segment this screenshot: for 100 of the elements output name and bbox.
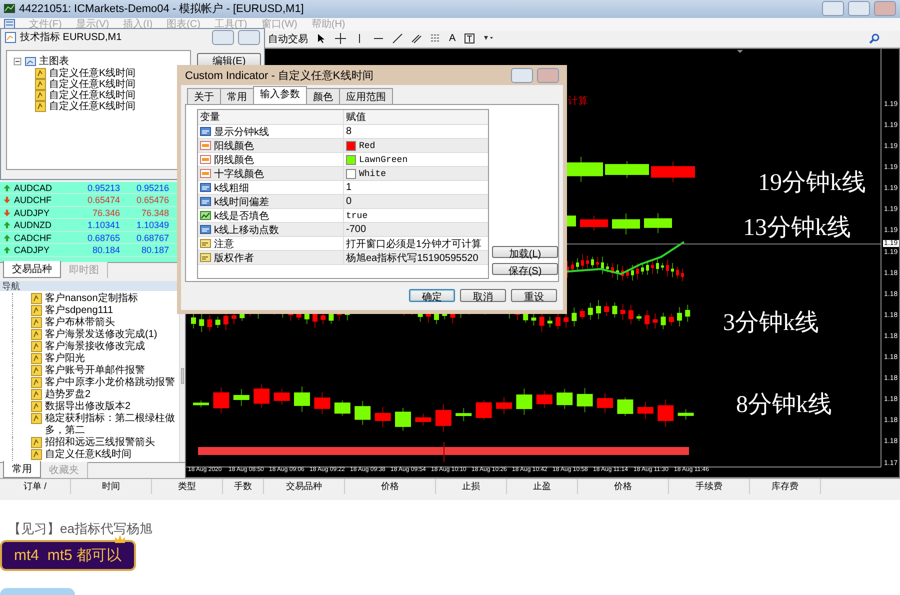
help-button[interactable] (212, 30, 234, 44)
indicator-icon (31, 316, 42, 328)
search-icon (869, 33, 880, 44)
symbol-cell[interactable]: AUDNZD (11, 220, 74, 230)
number-icon (200, 224, 211, 235)
tab[interactable]: 输入参数 (253, 86, 307, 105)
tree-item[interactable]: 自定义任意K线时间 (49, 101, 136, 112)
close-button[interactable] (238, 30, 260, 44)
maximize-button[interactable] (848, 1, 870, 16)
column-header[interactable]: 类型 (152, 479, 223, 494)
candlestick (415, 413, 432, 426)
candlestick (658, 398, 674, 428)
shift-marker-icon (737, 50, 743, 53)
candlestick (213, 386, 230, 414)
candlestick (678, 408, 694, 420)
number-icon (200, 196, 211, 207)
column-header[interactable]: 订单 / (0, 479, 71, 494)
parameter-name[interactable]: 显示分钟k线 (198, 125, 344, 138)
chart-label: 19分钟k线 (758, 168, 866, 198)
column-header[interactable]: 交易品种 (264, 479, 345, 494)
text-tool-button[interactable]: A (449, 33, 456, 44)
close-button[interactable] (874, 1, 896, 16)
parameter-name[interactable]: 十字线颜色 (198, 167, 344, 180)
indicator-window-icon (5, 32, 16, 42)
indicator-icon (31, 292, 42, 304)
column-header[interactable]: 价格 (578, 479, 669, 494)
ask-cell-text: 0.68767 (135, 232, 170, 243)
column-header[interactable]: 价格 (345, 479, 436, 494)
parameter-name[interactable]: 注意 (198, 237, 344, 250)
close-button[interactable] (537, 68, 559, 82)
column-header[interactable]: 时间 (71, 479, 152, 494)
candlestick (274, 388, 290, 405)
indicator-icon (31, 436, 42, 448)
parameter-value[interactable]: Red (344, 140, 488, 150)
indicator-icon (31, 412, 42, 424)
indicator-icon (35, 90, 46, 101)
candlestick (395, 407, 411, 432)
parameter-value[interactable]: White (344, 168, 488, 178)
autotrade-button[interactable]: 自动交易 (268, 32, 308, 46)
tab[interactable]: 交易品种 (3, 260, 61, 278)
candlestick (456, 407, 472, 422)
tree-item[interactable]: 主图表 (39, 54, 69, 68)
symbol-cell[interactable]: AUDCHF (11, 195, 74, 206)
candlestick (354, 400, 371, 426)
tab[interactable]: 常用 (3, 461, 41, 478)
parameter-value[interactable]: 1 (344, 182, 488, 193)
tab[interactable]: 颜色 (306, 88, 340, 105)
dialog-button[interactable]: 取消 (460, 289, 506, 302)
parameter-value[interactable]: 打开窗口必须是1分钟才可计算 (344, 236, 488, 250)
parameter-value[interactable]: true (344, 210, 488, 220)
column-header[interactable]: 止损 (436, 479, 507, 494)
column-header: 变量 (198, 110, 344, 124)
chart-window-icon (25, 56, 36, 66)
column-header[interactable]: 库存费 (750, 479, 821, 494)
parameter-name[interactable]: 版权作者 (198, 251, 344, 264)
minimize-button[interactable] (822, 1, 844, 16)
tab[interactable]: 应用范围 (339, 88, 393, 105)
dialog-button[interactable]: 重设 (511, 289, 557, 302)
parameter-value[interactable]: -700 (344, 224, 488, 235)
parameter-value[interactable]: 杨旭ea指标代写15190595520 (344, 250, 488, 264)
candlestick (576, 387, 593, 413)
candlestick (193, 400, 209, 408)
crown-icon (114, 534, 126, 544)
dialog-button[interactable]: 加载(L) (492, 246, 558, 258)
tree-item[interactable]: 自定义任意K线时间 (49, 90, 136, 101)
indicator-icon (31, 328, 42, 340)
dialog-button[interactable]: 确定 (409, 289, 455, 302)
symbol-cell[interactable]: CADCHF (11, 232, 74, 243)
column-header[interactable]: 手续费 (669, 479, 750, 494)
column-header[interactable]: 止盈 (507, 479, 578, 494)
parameter-name[interactable]: k线粗细 (198, 181, 344, 194)
help-button[interactable] (511, 68, 533, 82)
dialog-title: 技术指标 EURUSD,M1 (20, 30, 123, 44)
symbol-cell[interactable]: AUDJPY (11, 208, 74, 218)
indicator-icon (31, 304, 42, 316)
column-header[interactable]: 手数 (223, 479, 264, 494)
candlestick (496, 396, 512, 414)
parameter-name[interactable]: k线时间偏差 (198, 195, 344, 208)
dialog-button[interactable]: 保存(S) (492, 263, 558, 275)
tree-item[interactable]: 自定义任意K线时间 (49, 68, 136, 79)
tab[interactable]: 常用 (220, 88, 254, 105)
tree-item[interactable]: 自定义任意K线时间 (49, 79, 136, 90)
column-header: 赋值 (345, 110, 367, 124)
symbol-cell[interactable]: AUDCAD (11, 182, 74, 193)
candlestick (294, 386, 310, 412)
parameter-value[interactable]: LawnGreen (344, 154, 488, 164)
parameter-name[interactable]: 阴线颜色 (198, 153, 344, 166)
tab[interactable]: 关于 (187, 88, 221, 105)
candlestick (612, 212, 640, 235)
app-icon (4, 3, 15, 14)
parameter-name[interactable]: 阳线颜色 (198, 139, 344, 152)
collapse-icon[interactable] (13, 56, 22, 66)
parameter-name[interactable]: k线上移动点数 (198, 223, 344, 236)
symbol-cell[interactable]: CADJPY (11, 245, 74, 256)
parameter-value[interactable]: 8 (344, 126, 488, 137)
post-caption: 【见习】ea指标代写杨旭 (8, 521, 152, 536)
parameter-name[interactable]: k线是否填色 (198, 209, 344, 222)
indicator-icon (31, 352, 42, 364)
parameter-value[interactable]: 0 (344, 196, 488, 207)
ask-cell-text: 1.10349 (135, 220, 170, 230)
